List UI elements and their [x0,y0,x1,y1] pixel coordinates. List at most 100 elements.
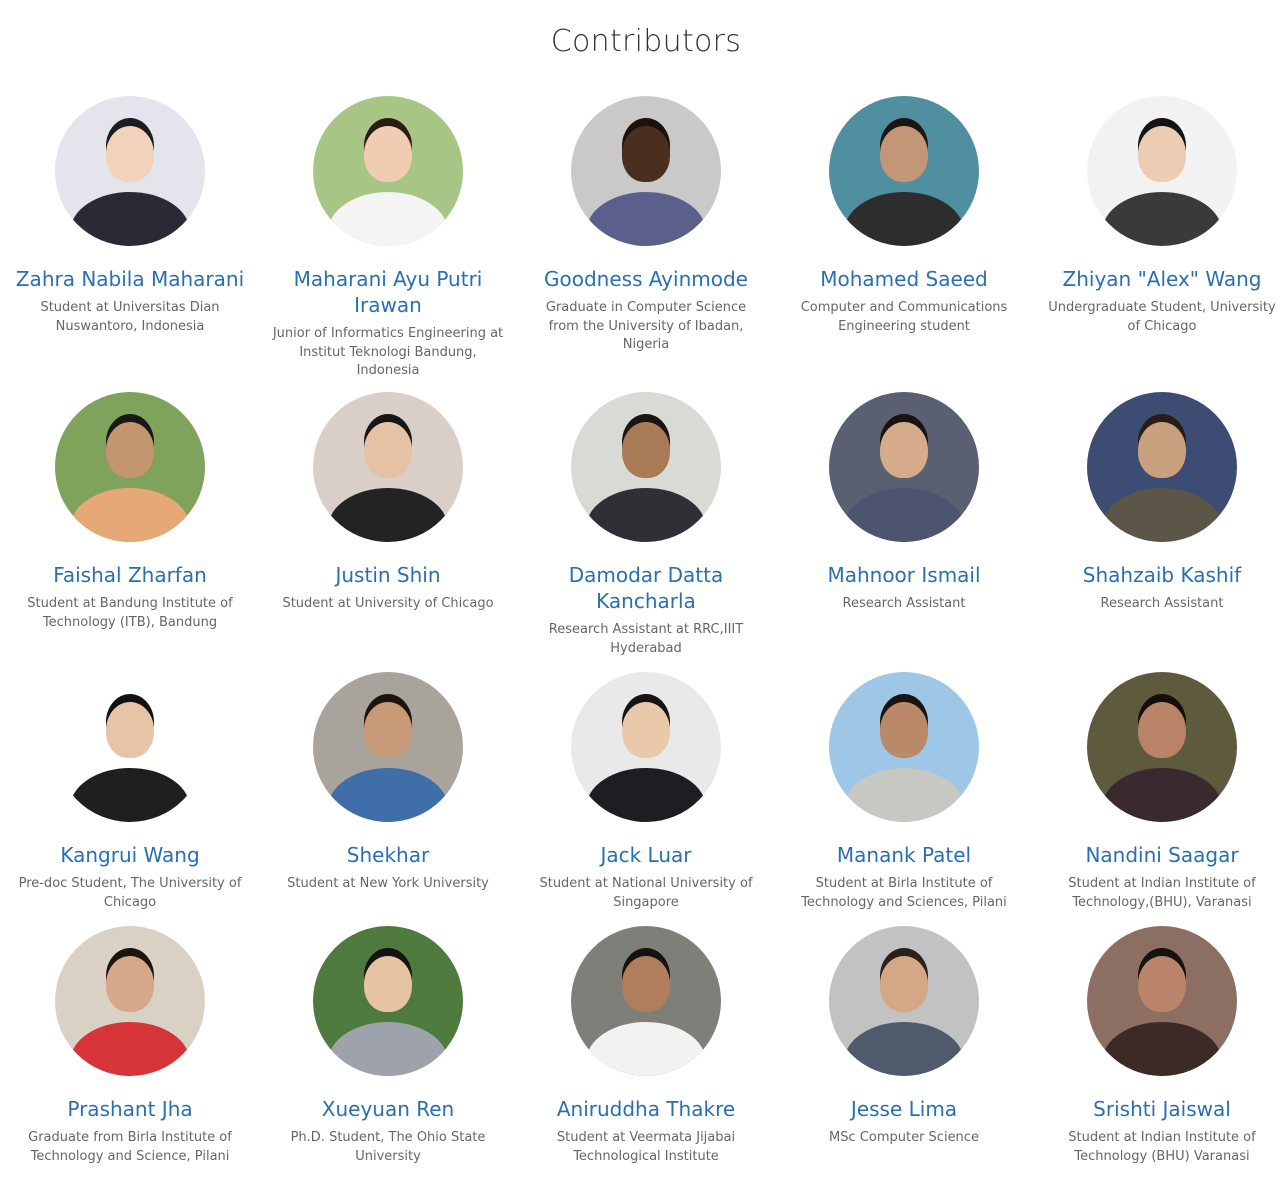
contributor-name[interactable]: Mohamed Saeed [775,266,1033,292]
contributor-photo [1087,926,1237,1076]
contributor-card: Jack Luar Student at National University … [517,672,775,912]
photo-head [880,956,928,1012]
contributor-photo [55,392,205,542]
contributor-photo [571,392,721,542]
photo-body [586,488,706,542]
photo-body [328,192,448,246]
photo-body [1102,768,1222,822]
contributor-card: Jesse Lima MSc Computer Science [775,926,1033,1148]
contributor-description: Ph.D. Student, The Ohio State University [290,1130,486,1164]
contributor-description: Undergraduate Student, University of Chi… [1048,300,1276,334]
contributor-name[interactable]: Faishal Zharfan [1,562,259,588]
photo-head [364,956,412,1012]
contributor-photo [829,926,979,1076]
contributor-name[interactable]: Manank Patel [775,842,1033,868]
photo-head [622,126,670,182]
photo-body [844,768,964,822]
contributor-name[interactable]: Maharani Ayu Putri Irawan [259,266,517,318]
contributor-description: Student at Universitas Dian Nuswantoro, … [40,300,220,334]
photo-head [1138,702,1186,758]
contributor-photo [313,96,463,246]
contributor-name[interactable]: Kangrui Wang [1,842,259,868]
contributor-card: Mahnoor Ismail Research Assistant [775,392,1033,614]
contributor-description: Research Assistant at RRC,IIIT Hyderabad [548,622,744,656]
contributor-card: Damodar Datta Kancharla Research Assistan… [517,392,775,658]
contributor-description: MSc Computer Science [829,1130,979,1145]
contributor-photo [55,926,205,1076]
photo-head [106,126,154,182]
contributor-card: Shahzaib Kashif Research Assistant [1033,392,1286,614]
photo-body [328,488,448,542]
photo-head [622,956,670,1012]
contributor-description: Research Assistant [842,596,966,611]
contributor-description: Student at Birla Institute of Technology… [801,876,1007,910]
photo-body [844,1022,964,1076]
photo-head [364,422,412,478]
contributor-card: Goodness Ayinmode Graduate in Computer Sc… [517,96,775,355]
contributor-name[interactable]: Jesse Lima [775,1096,1033,1122]
contributor-name[interactable]: Justin Shin [259,562,517,588]
contributor-card: Mohamed Saeed Computer and Communications… [775,96,1033,336]
contributor-name[interactable]: Goodness Ayinmode [517,266,775,292]
photo-body [844,192,964,246]
contributor-card: Maharani Ayu Putri Irawan Junior of Infor… [259,96,517,381]
photo-body [70,768,190,822]
photo-head [106,422,154,478]
page-title: Contributors [550,24,742,59]
contributor-card: Zhiyan "Alex" Wang Undergraduate Student,… [1033,96,1286,336]
contributor-description: Student at University of Chicago [282,596,494,611]
contributor-description: Student at New York University [287,876,489,891]
photo-body [328,768,448,822]
contributor-name[interactable]: Shahzaib Kashif [1033,562,1286,588]
contributor-name[interactable]: Mahnoor Ismail [775,562,1033,588]
contributor-description: Computer and Communications Engineering … [800,300,1008,334]
photo-body [1102,192,1222,246]
contributor-name[interactable]: Aniruddha Thakre [517,1096,775,1122]
contributor-name[interactable]: Srishti Jaiswal [1033,1096,1286,1122]
contributor-description: Student at Indian Institute of Technolog… [1068,1130,1256,1164]
contributor-photo [313,392,463,542]
contributor-card: Manank Patel Student at Birla Institute o… [775,672,1033,912]
contributor-card: Faishal Zharfan Student at Bandung Instit… [1,392,259,632]
contributor-description: Student at Veermata Jijabai Technologica… [556,1130,736,1164]
contributor-name[interactable]: Xueyuan Ren [259,1096,517,1122]
contributor-card: Srishti Jaiswal Student at Indian Institu… [1033,926,1286,1166]
photo-body [586,192,706,246]
contributor-card: Shekhar Student at New York University [259,672,517,894]
contributor-name[interactable]: Zahra Nabila Maharani [1,266,259,292]
contributor-card: Justin Shin Student at University of Chic… [259,392,517,614]
contributor-description: Student at Bandung Institute of Technolo… [27,596,233,630]
contributor-photo [55,672,205,822]
contributor-name[interactable]: Shekhar [259,842,517,868]
photo-head [1138,956,1186,1012]
contributor-description: Student at National University of Singap… [539,876,753,910]
contributor-card: Prashant Jha Graduate from Birla Institut… [1,926,259,1166]
contributor-description: Student at Indian Institute of Technolog… [1068,876,1256,910]
contributor-name[interactable]: Zhiyan "Alex" Wang [1033,266,1286,292]
contributor-name[interactable]: Damodar Datta Kancharla [517,562,775,614]
contributor-photo [1087,392,1237,542]
photo-body [1102,1022,1222,1076]
contributor-description: Junior of Informatics Engineering at Ins… [272,326,504,378]
contributor-photo [1087,672,1237,822]
contributor-name[interactable]: Prashant Jha [1,1096,259,1122]
contributor-photo [55,96,205,246]
contributor-card: Zahra Nabila Maharani Student at Universi… [1,96,259,336]
photo-body [1102,488,1222,542]
contributor-photo [313,672,463,822]
contributor-description: Graduate from Birla Institute of Technol… [28,1130,232,1164]
photo-head [364,126,412,182]
photo-head [622,702,670,758]
contributor-name[interactable]: Nandini Saagar [1033,842,1286,868]
contributor-card: Xueyuan Ren Ph.D. Student, The Ohio State… [259,926,517,1166]
photo-head [106,702,154,758]
contributor-description: Graduate in Computer Science from the Un… [545,300,747,352]
photo-head [1138,422,1186,478]
contributor-description: Research Assistant [1100,596,1224,611]
photo-body [844,488,964,542]
photo-head [622,422,670,478]
contributor-photo [571,672,721,822]
contributor-name[interactable]: Jack Luar [517,842,775,868]
photo-body [586,768,706,822]
photo-head [880,126,928,182]
